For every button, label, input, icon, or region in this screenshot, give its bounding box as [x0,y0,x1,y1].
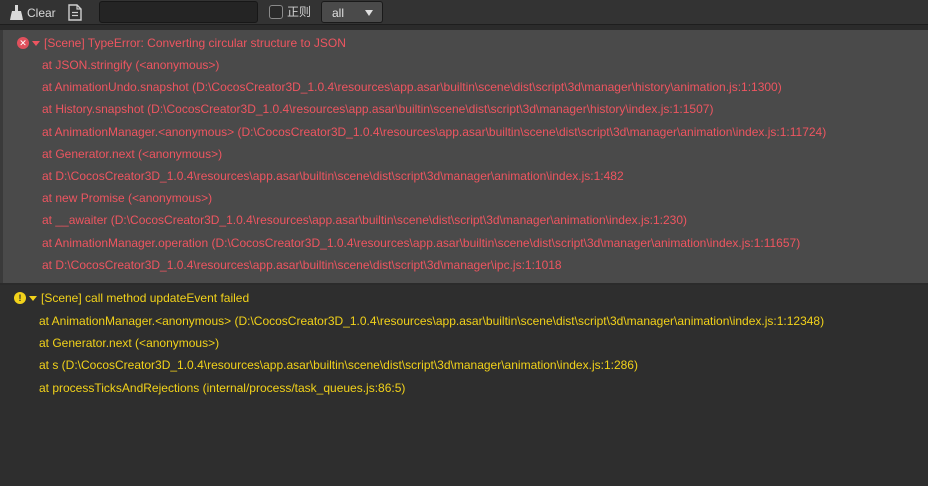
stack-line: at new Promise (<anonymous>) [42,191,213,206]
stack-line: at JSON.stringify (<anonymous>) [42,58,220,72]
regex-label: 正则 [287,5,312,19]
regex-checkbox[interactable] [269,5,283,19]
log-level-select[interactable]: all [321,1,383,23]
clear-button[interactable]: Clear [10,3,56,22]
stack-line: at D:\CocosCreator3D_1.0.4\resources\app… [42,168,624,183]
stack-trace: at AnimationManager.<anonymous> (D:\Coco… [39,314,824,403]
expand-caret-icon[interactable] [32,40,40,46]
log-entry-header: ! [Scene] call method updateEvent failed [14,291,249,305]
broom-icon [10,5,23,20]
log-message: [Scene] TypeError: Converting circular s… [44,36,346,50]
search-input[interactable] [99,1,258,23]
stack-line: at AnimationManager.<anonymous> (D:\Coco… [39,314,825,328]
stack-line: at __awaiter (D:\CocosCreator3D_1.0.4\re… [42,213,687,228]
console-toolbar: Clear 正则 all [0,0,928,25]
document-icon[interactable] [68,4,82,21]
stack-line: at AnimationManager.<anonymous> (D:\Coco… [42,124,827,139]
warning-circle-icon: ! [14,292,26,304]
stack-line: at AnimationUndo.snapshot (D:\CocosCreat… [42,80,782,95]
stack-line: at AnimationManager.operation (D:\CocosC… [42,235,801,250]
stack-line: at s (D:\CocosCreator3D_1.0.4\resources\… [39,358,638,373]
stack-line: at Generator.next (<anonymous>) [39,336,220,351]
chevron-down-icon [365,10,373,16]
stack-trace: at JSON.stringify (<anonymous>) at Anima… [42,58,826,280]
error-circle-icon: ✕ [17,37,29,49]
log-message: [Scene] call method updateEvent failed [41,291,250,305]
expand-caret-icon[interactable] [29,295,37,301]
console-log-list: ✕ [Scene] TypeError: Converting circular… [0,25,928,486]
log-entry-warning[interactable]: ! [Scene] call method updateEvent failed… [0,285,928,486]
stack-line: at History.snapshot (D:\CocosCreator3D_1… [42,102,714,117]
log-entry-error[interactable]: ✕ [Scene] TypeError: Converting circular… [0,30,928,283]
clear-button-label: Clear [27,5,56,20]
stack-line: at D:\CocosCreator3D_1.0.4\resources\app… [42,257,562,272]
log-level-value: all [332,6,345,20]
log-entry-header: ✕ [Scene] TypeError: Converting circular… [17,36,346,50]
stack-line: at processTicksAndRejections (internal/p… [39,380,406,395]
stack-line: at Generator.next (<anonymous>) [42,146,223,161]
